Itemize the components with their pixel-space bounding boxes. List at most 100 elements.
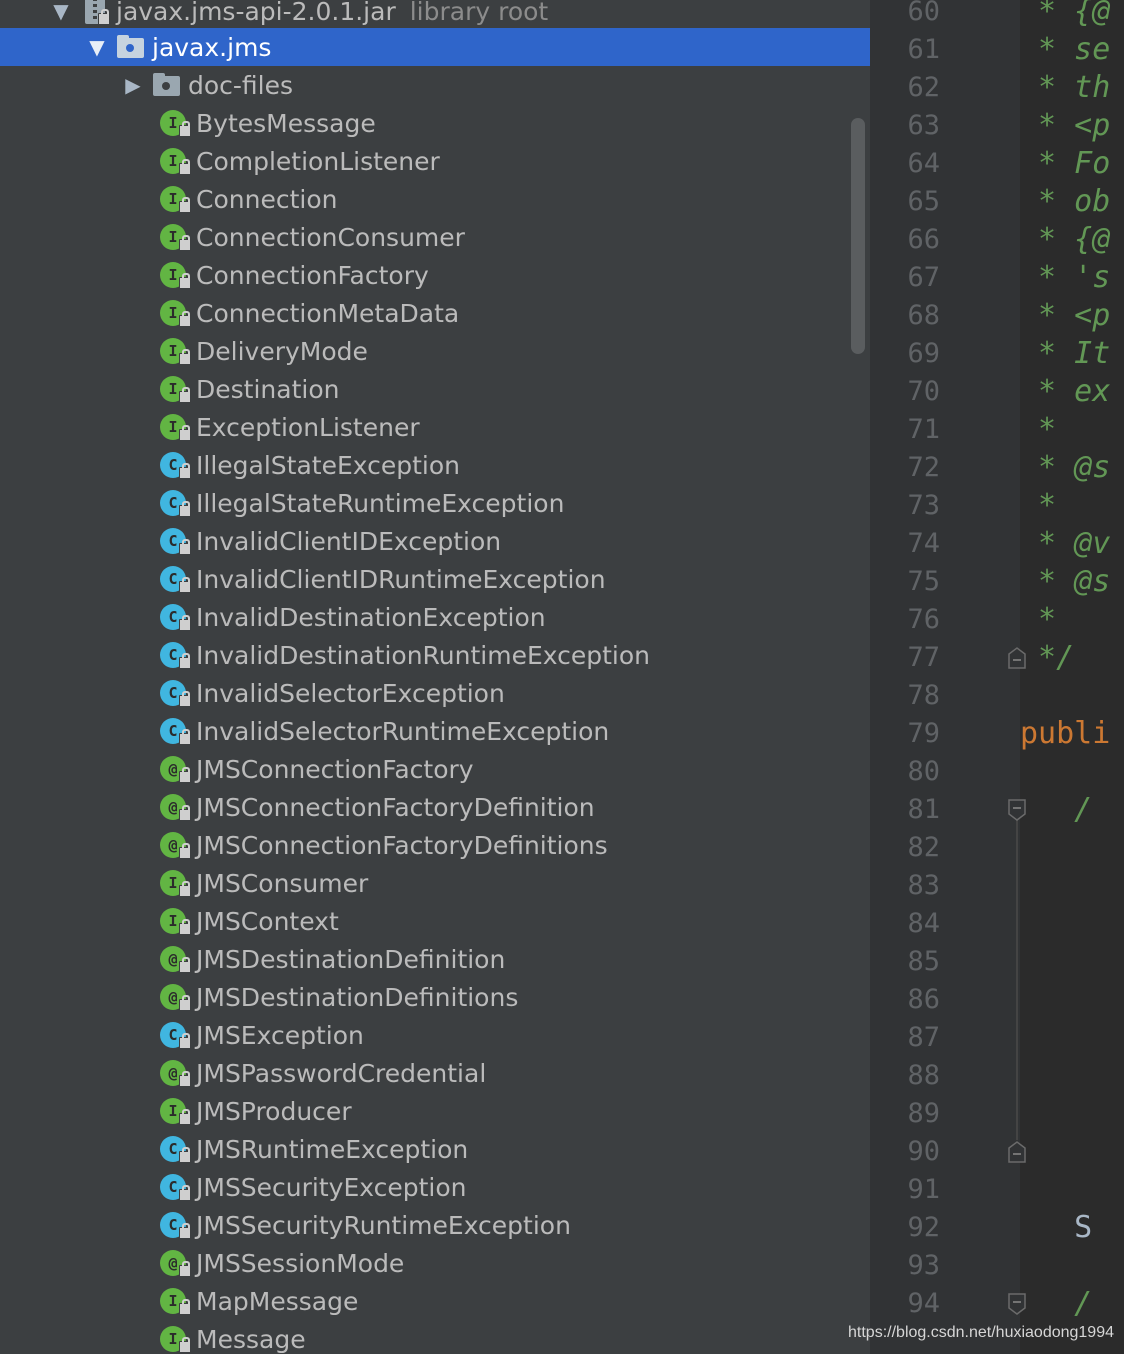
tree-item[interactable]: @ JMSConnectionFactoryDefinitions xyxy=(0,826,870,864)
expand-arrow-icon[interactable]: ▼ xyxy=(50,0,72,30)
lock-icon xyxy=(179,919,191,935)
interface-icon: I xyxy=(160,298,191,328)
expand-arrow-icon[interactable]: ▼ xyxy=(86,28,108,66)
tree-item[interactable]: C JMSException xyxy=(0,1016,870,1054)
class-icon: C xyxy=(160,678,191,708)
line-number: 74 xyxy=(907,528,940,559)
line-number: 93 xyxy=(907,1250,940,1281)
tree-node-package-javax-jms[interactable]: ▼ javax.jms xyxy=(0,28,870,66)
tree-item-label: ExceptionListener xyxy=(196,412,420,442)
class-icon: C xyxy=(160,640,191,670)
tree-item[interactable]: I ExceptionListener xyxy=(0,408,870,446)
tree-node-folder-doc-files[interactable]: ▶ doc-files xyxy=(0,66,870,104)
tree-item-label: JMSConsumer xyxy=(196,868,369,898)
tree-item[interactable]: I JMSProducer xyxy=(0,1092,870,1130)
annotation-icon: @ xyxy=(160,1248,191,1278)
tree-item[interactable]: C IllegalStateRuntimeException xyxy=(0,484,870,522)
tree-item[interactable]: C InvalidClientIDRuntimeException xyxy=(0,560,870,598)
tree-item[interactable]: @ JMSPasswordCredential xyxy=(0,1054,870,1092)
tree-item[interactable]: I MapMessage xyxy=(0,1282,870,1320)
fold-guide xyxy=(1016,820,1018,1140)
tree-item-label: Message xyxy=(196,1324,306,1354)
line-number: 78 xyxy=(907,680,940,711)
tree-item[interactable]: C InvalidDestinationRuntimeException xyxy=(0,636,870,674)
tree-item-label: InvalidDestinationRuntimeException xyxy=(196,640,651,670)
line-number: 73 xyxy=(907,490,940,521)
tree-item[interactable]: I BytesMessage xyxy=(0,104,870,142)
lock-icon xyxy=(179,1223,191,1239)
tree-item[interactable]: I DeliveryMode xyxy=(0,332,870,370)
tree-item[interactable]: C InvalidSelectorRuntimeException xyxy=(0,712,870,750)
tree-item[interactable]: @ JMSDestinationDefinition xyxy=(0,940,870,978)
tree-item[interactable]: I Message xyxy=(0,1320,870,1354)
code-line: * ob xyxy=(1020,184,1111,219)
code-editor[interactable]: * {@ * se * th * <p * Fo * ob * {@ * 's … xyxy=(1020,0,1124,1354)
tree-item-label: ConnectionConsumer xyxy=(196,222,465,252)
line-number: 72 xyxy=(907,452,940,483)
lock-icon xyxy=(179,729,191,745)
tree-item[interactable]: I JMSConsumer xyxy=(0,864,870,902)
tree-item[interactable]: I ConnectionMetaData xyxy=(0,294,870,332)
interface-icon: I xyxy=(160,336,191,366)
line-number: 92 xyxy=(907,1212,940,1243)
line-number: 86 xyxy=(907,984,940,1015)
tree-item-label: Connection xyxy=(196,184,338,214)
lock-icon xyxy=(179,1147,191,1163)
tree-item[interactable]: C InvalidClientIDException xyxy=(0,522,870,560)
tree-item[interactable]: C JMSSecurityRuntimeException xyxy=(0,1206,870,1244)
tree-item[interactable]: I JMSContext xyxy=(0,902,870,940)
lock-icon xyxy=(179,197,191,213)
annotation-icon: @ xyxy=(160,944,191,974)
interface-icon: I xyxy=(160,1324,191,1354)
tree-scrollbar[interactable] xyxy=(851,118,865,354)
class-icon: C xyxy=(160,1172,191,1202)
lock-icon xyxy=(179,615,191,631)
code-line: * It xyxy=(1020,336,1111,371)
tree-item[interactable]: @ JMSConnectionFactoryDefinition xyxy=(0,788,870,826)
class-icon: C xyxy=(160,488,191,518)
jar-icon xyxy=(80,0,110,26)
tree-item-label: JMSDestinationDefinition xyxy=(196,944,506,974)
lock-icon xyxy=(179,995,191,1011)
lock-icon xyxy=(179,501,191,517)
annotation-icon: @ xyxy=(160,754,191,784)
tree-item-label: IllegalStateException xyxy=(196,450,460,480)
tree-item[interactable]: I ConnectionConsumer xyxy=(0,218,870,256)
tree-item-label: CompletionListener xyxy=(196,146,440,176)
line-number: 90 xyxy=(907,1136,940,1167)
interface-icon: I xyxy=(160,412,191,442)
lock-icon xyxy=(179,767,191,783)
line-number: 76 xyxy=(907,604,940,635)
lock-icon xyxy=(179,121,191,137)
lock-icon xyxy=(179,311,191,327)
tree-item[interactable]: @ JMSSessionMode xyxy=(0,1244,870,1282)
line-number: 91 xyxy=(907,1174,940,1205)
tree-item-label: JMSConnectionFactoryDefinition xyxy=(196,792,595,822)
tree-node-library-root[interactable]: ▼ javax.jms-api-2.0.1.jar library root xyxy=(0,0,870,30)
code-line: * @v xyxy=(1020,526,1111,561)
tree-item-label: InvalidSelectorRuntimeException xyxy=(196,716,610,746)
tree-node-label: javax.jms-api-2.0.1.jar xyxy=(116,0,396,26)
annotation-icon: @ xyxy=(160,1058,191,1088)
tree-item[interactable]: C JMSSecurityException xyxy=(0,1168,870,1206)
tree-item[interactable]: C IllegalStateException xyxy=(0,446,870,484)
lock-icon xyxy=(179,1299,191,1315)
collapse-arrow-icon[interactable]: ▶ xyxy=(122,66,144,104)
tree-item[interactable]: @ JMSConnectionFactory xyxy=(0,750,870,788)
tree-item[interactable]: @ JMSDestinationDefinitions xyxy=(0,978,870,1016)
tree-item-label: JMSException xyxy=(196,1020,364,1050)
tree-item-label: InvalidDestinationException xyxy=(196,602,546,632)
tree-item[interactable]: I ConnectionFactory xyxy=(0,256,870,294)
tree-item[interactable]: I Connection xyxy=(0,180,870,218)
tree-item[interactable]: I CompletionListener xyxy=(0,142,870,180)
tree-item[interactable]: C InvalidSelectorException xyxy=(0,674,870,712)
library-root-suffix: library root xyxy=(409,0,549,26)
tree-item[interactable]: I Destination xyxy=(0,370,870,408)
lock-icon xyxy=(179,235,191,251)
interface-icon: I xyxy=(160,1096,191,1126)
tree-item[interactable]: C InvalidDestinationException xyxy=(0,598,870,636)
tree-node-label: javax.jms xyxy=(152,32,272,62)
interface-icon: I xyxy=(160,222,191,252)
tree-item[interactable]: C JMSRuntimeException xyxy=(0,1130,870,1168)
lock-icon xyxy=(179,843,191,859)
